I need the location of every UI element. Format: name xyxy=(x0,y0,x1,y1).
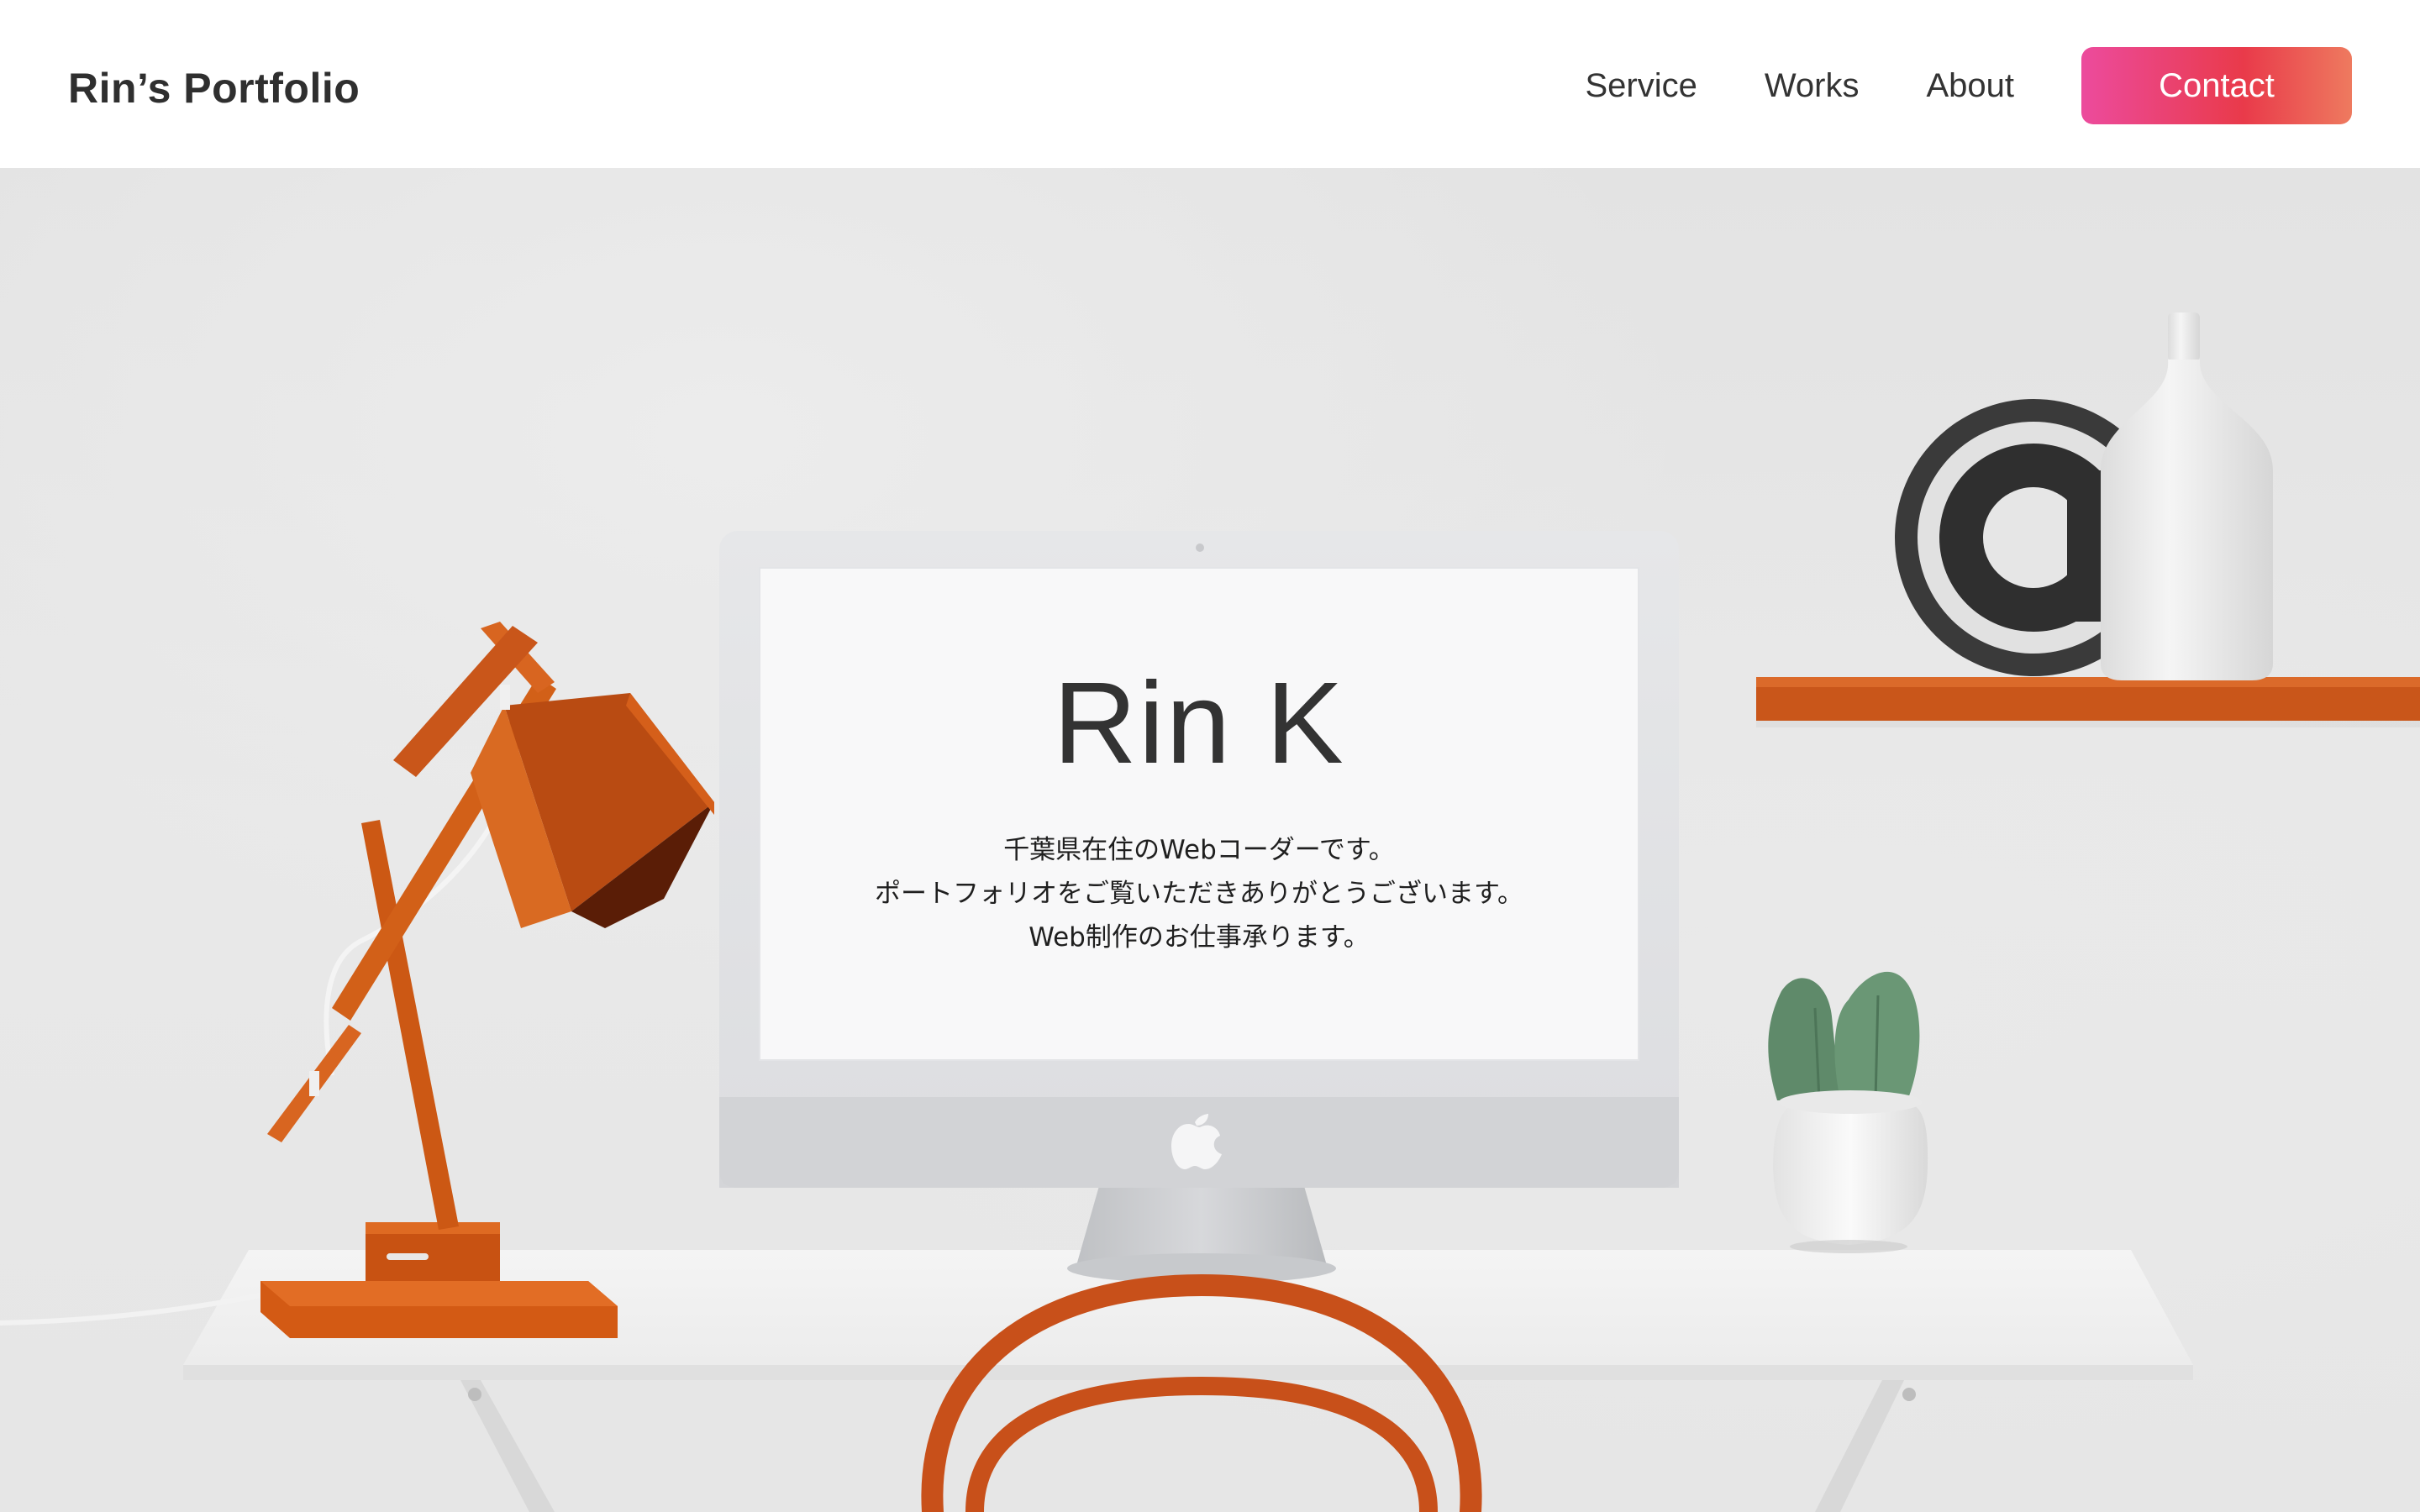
hero-description: 千葉県在住のWebコーダーです。 ポートフォリオをご覧いただきありがとうございま… xyxy=(760,828,1639,959)
nav-about-link[interactable]: About xyxy=(1926,47,2014,124)
contact-button[interactable]: Contact xyxy=(2081,47,2352,124)
hero-name: Rin K xyxy=(1053,659,1345,788)
site-header: Rin’s Portfolio Service Works About Cont… xyxy=(0,0,2420,168)
main-nav: Service Works About Contact xyxy=(1585,47,2352,124)
screen-intro: Rin K 千葉県在住のWebコーダーです。 ポートフォリオをご覧いただきありが… xyxy=(760,568,1639,1060)
brand-logo[interactable]: Rin’s Portfolio xyxy=(68,59,360,118)
hero-section: Rin K 千葉県在住のWebコーダーです。 ポートフォリオをご覧いただきありが… xyxy=(0,168,2420,1512)
wall-shelf xyxy=(1756,677,2420,727)
hero-description-line: Web制作のお仕事承ります。 xyxy=(1028,922,1370,953)
hero-description-line: ポートフォリオをご覧いただきありがとうございます。 xyxy=(875,879,1523,909)
desk-lamp xyxy=(0,622,714,1338)
hero-description-line: 千葉県在住のWebコーダーです。 xyxy=(1003,835,1395,865)
cactus-plant xyxy=(1768,971,1928,1253)
vase xyxy=(2101,312,2273,680)
nav-service-link[interactable]: Service xyxy=(1585,47,1697,124)
nav-works-link[interactable]: Works xyxy=(1765,47,1860,124)
